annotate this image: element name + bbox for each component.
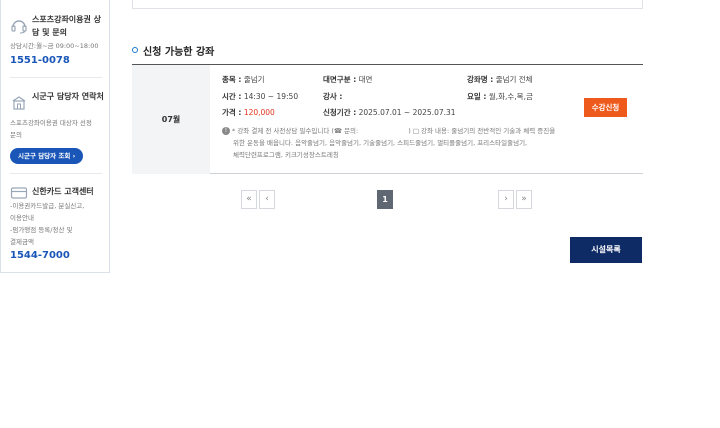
district-lookup-button[interactable]: 시군구 담당자 조회 › [10, 148, 84, 164]
course-name: 강좌명 : 줄넘기 전체 [467, 75, 533, 84]
district-title: 시군구 담당자 연락처 [32, 92, 104, 101]
district-desc: 스포츠강좌이용권 대상자 선정 문의 [10, 119, 92, 139]
section-title-text: 신청 가능한 강좌 [143, 46, 215, 58]
card-desc-3: -펌가맹점 등록/정산 및 [10, 226, 73, 234]
page: 스포츠강좌이용권 상담 및 문의 상담시간:월~금 09:00~18:00 15… [0, 0, 720, 428]
next-page-button[interactable]: › [498, 190, 514, 209]
page-1-button[interactable]: 1 [377, 190, 393, 209]
prev-page-button[interactable]: ‹ [259, 190, 275, 209]
divider [10, 173, 102, 174]
section-title: 신청 가능한 강좌 [132, 43, 215, 58]
course-time: 시간 : 14:30 ~ 19:50 [222, 92, 299, 101]
previous-content-box [132, 0, 643, 9]
card-desc-1: -이용권카드발급, 분실신고, [10, 202, 85, 210]
facility-list-button[interactable]: 시설목록 [570, 237, 642, 263]
card-phone[interactable]: 1544-7000 [10, 250, 70, 261]
course-month: 07월 [132, 65, 210, 174]
consult-phone[interactable]: 1551-0078 [10, 55, 70, 66]
course-note-3: 체력단련프로그램, 키크기성장스트레칭 [233, 151, 339, 159]
info-icon: ! [222, 127, 230, 135]
divider [10, 77, 102, 78]
course-category: 종목 : 줄넘기 [222, 75, 265, 84]
course-mode: 대면구분 : 대면 [323, 75, 373, 84]
credit-card-icon [10, 187, 28, 199]
card-desc-4: 결제금액 [10, 238, 34, 246]
course-teacher: 강사 : [323, 92, 343, 101]
course-note-2: 위한 운동을 배웁니다. 음악줄넘기, 음악줄넘기, 기술줄넘기, 스피드줄넘기… [233, 139, 528, 147]
district-lookup-label: 시군구 담당자 조회 [18, 152, 71, 160]
headset-icon [11, 20, 27, 34]
first-page-button[interactable]: « [241, 190, 257, 209]
apply-button[interactable]: 수강신청 [584, 98, 627, 117]
course-price: 가격 : 120,000 [222, 108, 275, 117]
course-note-1: ! * 강좌 결제 전 사전상담 필수입니다 (☎ 문의:) □ 강좌 내용: 줄… [222, 125, 555, 135]
course-days: 요일 : 월,화,수,목,금 [467, 92, 533, 101]
bullet-icon [132, 47, 138, 53]
sidebar: 스포츠강좌이용권 상담 및 문의 상담시간:월~금 09:00~18:00 15… [0, 0, 110, 273]
course-period: 신청기간 : 2025.07.01 ~ 2025.07.31 [323, 108, 456, 117]
card-desc-2: 이용안내 [10, 214, 34, 222]
course-row: 07월 종목 : 줄넘기 대면구분 : 대면 강좌명 : 줄넘기 전체 시간 :… [132, 64, 643, 174]
last-page-button[interactable]: » [516, 190, 532, 209]
card-title: 신한카드 고객센터 [32, 187, 94, 196]
building-icon [12, 96, 26, 110]
consult-title: 스포츠강좌이용권 상담 및 문의 [32, 15, 102, 37]
consult-hours: 상담시간:월~금 09:00~18:00 [10, 42, 99, 50]
chevron-right-icon: › [72, 152, 76, 160]
